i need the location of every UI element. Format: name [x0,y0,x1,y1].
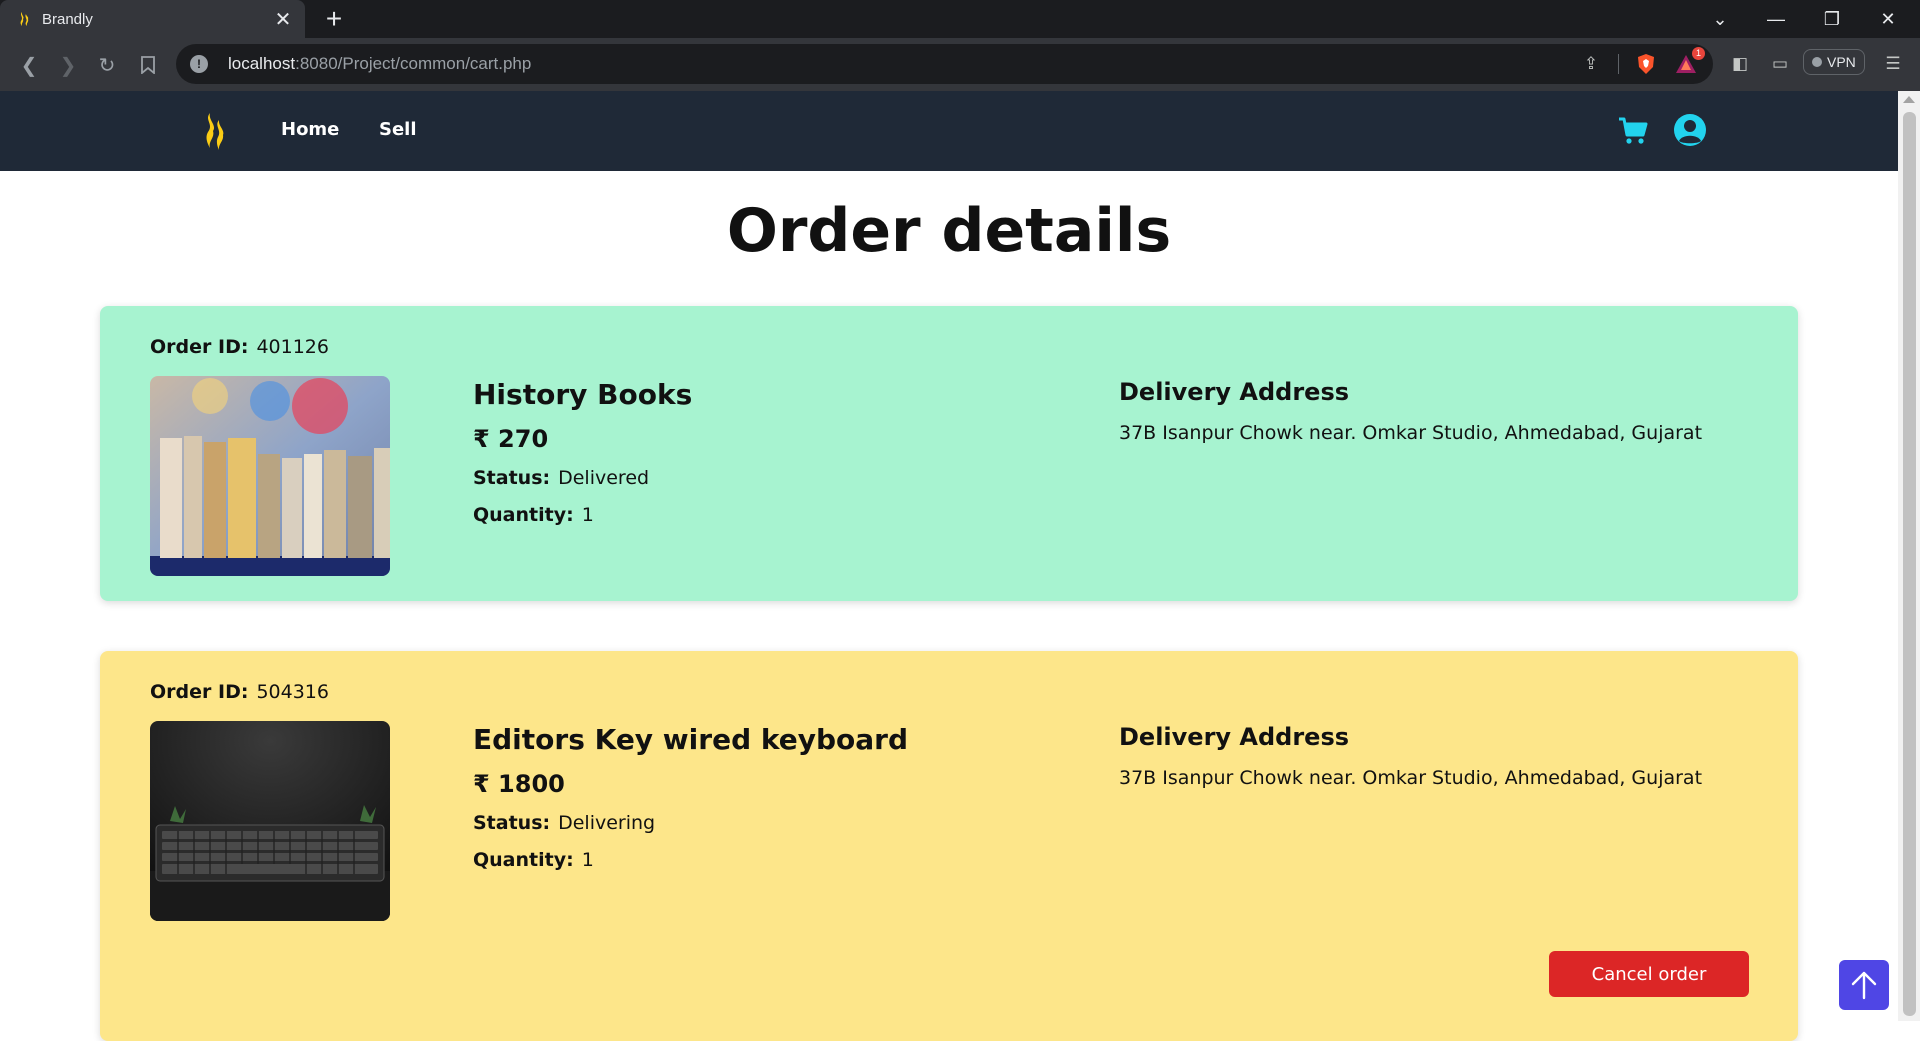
arrow-up-icon [1851,971,1877,1000]
url-text[interactable]: localhost:8080/Project/common/cart.php [228,54,531,74]
order-id-value: 504316 [256,681,329,703]
brave-rewards-icon[interactable]: 1 [1673,47,1705,77]
delivery-address: Delivery Address 37B Isanpur Chowk near.… [1119,723,1702,789]
new-tab-button[interactable]: + [318,3,350,35]
order-details: Editors Key wired keyboard ₹ 1800 Status… [473,723,908,886]
order-card: Order ID: 401126 History Books ₹ 270 Sta… [100,306,1798,601]
page-title: Order details [726,196,1172,266]
notification-badge: 1 [1692,47,1705,60]
wallet-icon[interactable]: ▭ [1767,51,1793,77]
quantity-label: Quantity: [473,504,574,526]
brave-shields-icon[interactable] [1633,51,1659,77]
order-id: Order ID: 401126 [150,336,329,358]
status-label: Status: [473,467,551,489]
window-close-icon[interactable]: ✕ [1860,0,1916,38]
status-value: Delivering [558,812,656,834]
restore-icon[interactable]: ❐ [1804,0,1860,38]
site-navbar: Home Sell [0,91,1898,171]
share-icon[interactable]: ⇪ [1578,51,1604,77]
product-name[interactable]: Editors Key wired keyboard [473,723,908,756]
close-tab-icon[interactable]: ✕ [269,7,297,32]
flame-favicon-icon [20,12,29,26]
cart-icon[interactable] [1618,116,1648,146]
order-quantity: Quantity: 1 [473,504,692,526]
product-name[interactable]: History Books [473,378,692,411]
brand-logo-icon[interactable] [200,111,228,151]
browser-toolbar: ❮ ❯ ↻ ! localhost:8080/Project/common/ca… [0,38,1920,91]
omnibox-actions: ⇪ 1 [1578,44,1713,84]
order-id: Order ID: 504316 [150,681,329,703]
product-image-keyboard[interactable] [150,721,390,921]
delivery-address-text: 37B Isanpur Chowk near. Omkar Studio, Ah… [1119,767,1703,789]
vpn-status-icon [1812,57,1822,67]
forward-icon[interactable]: ❯ [53,50,83,80]
order-status: Status: Delivering [473,812,908,834]
order-card: Order ID: 504316 Editors Key wired keybo… [100,651,1798,1041]
url-host: localhost [228,54,296,73]
toolbar-divider [1618,54,1619,74]
nav-link-home[interactable]: Home [281,119,339,140]
status-label: Status: [473,812,551,834]
quantity-label: Quantity: [473,849,574,871]
tab-search-chevron-icon[interactable]: ⌄ [1692,0,1748,38]
user-avatar-icon[interactable] [1673,113,1707,147]
delivery-address-text: 37B Isanpur Chowk near. Omkar Studio, Ah… [1119,422,1703,444]
scroll-up-arrow-icon[interactable] [1903,96,1915,103]
product-price: ₹ 1800 [473,770,565,798]
quantity-value: 1 [581,504,594,526]
vpn-button[interactable]: VPN [1803,49,1865,75]
back-icon[interactable]: ❮ [14,50,44,80]
sidebar-toggle-icon[interactable]: ◧ [1727,51,1753,77]
vpn-label: VPN [1827,54,1856,70]
delivery-address-title: Delivery Address [1119,378,1350,406]
nav-link-sell[interactable]: Sell [379,119,417,140]
reload-icon[interactable]: ↻ [92,50,122,80]
tab-title: Brandly [42,10,93,28]
order-quantity: Quantity: 1 [473,849,908,871]
site-info-icon[interactable]: ! [190,55,208,73]
scroll-to-top-button[interactable] [1839,960,1889,1010]
product-image-books[interactable] [150,376,390,576]
url-path: :8080/Project/common/cart.php [295,54,532,73]
browser-tab[interactable]: Brandly ✕ [0,0,305,38]
scrollbar-thumb[interactable] [1903,112,1916,1016]
order-id-label: Order ID: [150,336,249,358]
order-details: History Books ₹ 270 Status: Delivered Qua… [473,378,692,541]
delivery-address-title: Delivery Address [1119,723,1350,751]
cancel-order-button[interactable]: Cancel order [1549,951,1749,997]
address-bar[interactable]: ! localhost:8080/Project/common/cart.php… [176,44,1713,84]
order-id-value: 401126 [256,336,329,358]
bookmark-icon[interactable] [133,50,163,80]
quantity-value: 1 [581,849,594,871]
browser-tab-bar: Brandly ✕ + ⌄ — ❐ ✕ [0,0,1920,38]
minimize-icon[interactable]: — [1748,0,1804,38]
order-status: Status: Delivered [473,467,692,489]
order-id-label: Order ID: [150,681,249,703]
product-price: ₹ 270 [473,425,549,453]
delivery-address: Delivery Address 37B Isanpur Chowk near.… [1119,378,1702,444]
menu-icon[interactable]: ☰ [1880,51,1906,77]
status-value: Delivered [558,467,650,489]
